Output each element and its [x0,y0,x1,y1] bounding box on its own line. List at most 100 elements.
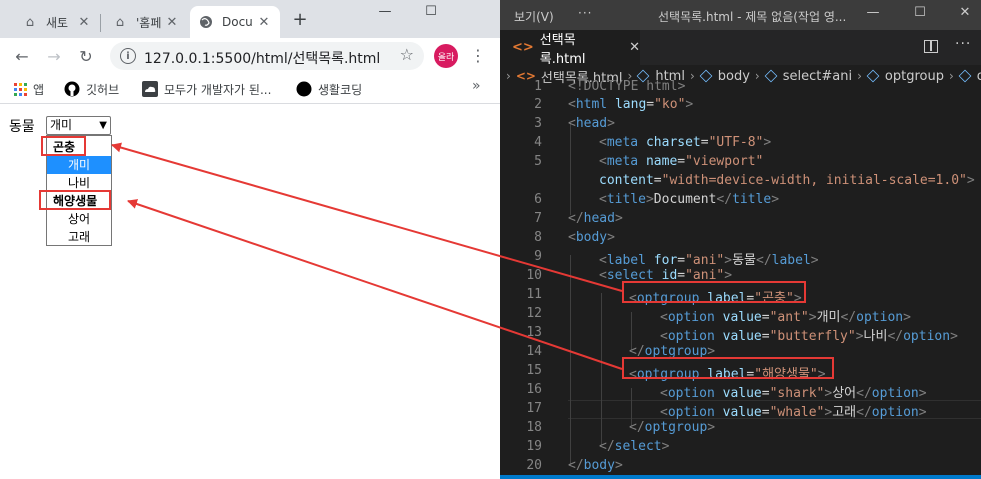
code-editor[interactable]: 1 2 3 4 5 6 7 8 9 10 11 12 13 14 15 16 1… [500,79,981,475]
code-line-16: <option value="shark">상어</option> [660,386,927,401]
code-line-9: <label for="ani">동물</label> [599,253,819,268]
bookmark-label: 앱 [33,82,45,97]
close-icon[interactable]: ✕ [256,14,272,30]
bookmark-label: 생활코딩 [318,82,363,97]
apps-icon [14,82,27,96]
line-number: 8 [534,230,542,245]
info-icon[interactable]: i [120,48,136,64]
star-icon[interactable]: ☆ [400,45,414,64]
reload-button[interactable]: ↻ [74,44,98,68]
breadcrumb-option[interactable]: o [958,68,981,84]
code-line-5: <meta name="viewport" [599,154,764,169]
line-number: 7 [534,211,542,226]
line-number: 4 [534,135,542,150]
page-viewport: 동물 개미 ▼ 곤충 개미 나비 해양생물 상어 고래 [0,105,500,479]
breadcrumb-body[interactable]: body [699,68,750,84]
bookmark-life-coding[interactable]: 생활코딩 [296,80,362,98]
annotation-box-marine [39,190,111,210]
code-line-3: <head> [568,116,615,131]
line-number: 17 [526,401,542,416]
tab-title: 새토 [46,15,69,30]
back-button[interactable]: ← [10,44,34,68]
line-number: 18 [526,420,542,435]
arrow-left-icon: ← [15,46,29,66]
chevron-right-icon: › [689,69,695,83]
line-number: 10 [526,268,542,283]
menu-more[interactable]: ··· [578,6,592,20]
tab-separator [100,14,101,32]
line-number: 2 [534,97,542,112]
breadcrumb-label: o [976,68,981,84]
new-tab-button[interactable]: + [290,9,310,30]
browser-tab-1[interactable]: ⌂ 새토 ✕ [14,6,100,38]
maximize-icon: ☐ [425,3,437,19]
tab-title: '홈페 [136,15,162,30]
close-icon: ✕ [959,5,971,20]
breadcrumb-label: optgroup [884,68,944,84]
line-number: 13 [526,325,542,340]
chevron-right-icon: › [857,69,862,83]
line-number: 5 [534,154,542,169]
option-whale[interactable]: 고래 [47,228,111,246]
code-line-7: </head> [568,211,623,226]
close-icon[interactable]: ✕ [164,14,180,30]
line-number: 6 [534,192,542,207]
cloud-icon [142,81,158,97]
browser-tab-2[interactable]: ⌂ '홈페 ✕ [104,6,188,38]
browser-tab-3[interactable]: Docu ✕ [190,6,280,38]
html-file-icon: <> [512,40,534,55]
breadcrumb-select[interactable]: select#ani [764,69,852,84]
github-icon [64,81,80,97]
minimize-button[interactable]: — [858,5,888,20]
line-number: 15 [526,363,542,378]
option-ant[interactable]: 개미 [47,156,111,174]
home-icon: ⌂ [115,14,125,30]
line-number: 14 [526,344,542,359]
editor-tab-active[interactable]: <> 선택목록.html ✕ [500,30,640,67]
element-icon [699,69,713,83]
window-title: 선택목록.html - 제목 없음(작업 영... [658,10,847,24]
home-icon: ⌂ [25,14,35,30]
option-shark[interactable]: 상어 [47,210,111,228]
address-bar[interactable]: i 127.0.0.1:5500/html/선택목록.html ☆ [110,42,424,70]
breadcrumb-label: body [717,68,750,84]
bookmarks-overflow-button[interactable]: » [472,78,481,94]
code-line-4: <meta charset="UTF-8"> [599,135,772,150]
code-line-5-wrap: content="width=device-width, initial-sca… [599,173,975,188]
split-editor-icon[interactable] [924,40,938,53]
vscode-titlebar: 보기(V) ··· 선택목록.html - 제목 없음(작업 영... — ☐ … [500,0,981,30]
editor-tab-bar: <> 선택목록.html ✕ [500,30,981,67]
breadcrumb-optgroup[interactable]: optgroup [866,68,944,84]
maximize-button[interactable]: ☐ [905,5,935,20]
minimize-button[interactable]: — [362,0,408,22]
editor-tab-title: 선택목록.html [539,32,586,67]
vscode-window: 보기(V) ··· 선택목록.html - 제목 없음(작업 영... — ☐ … [500,0,981,479]
minimize-icon: — [866,5,880,20]
chevron-right-icon: › [948,69,954,83]
tab-strip: ⌂ 새토 ✕ ⌂ '홈페 ✕ Docu ✕ + — ☐ [0,0,500,38]
more-actions-icon[interactable]: ··· [955,36,971,52]
bookmark-everyone-dev[interactable]: 모두가 개발자가 된... [142,80,271,98]
reload-icon: ↻ [79,46,93,66]
animal-select[interactable]: 개미 ▼ [46,116,111,135]
menu-view[interactable]: 보기(V) [514,8,554,25]
browser-menu-button[interactable]: ⋮ [468,42,488,68]
code-line-8: <body> [568,230,615,245]
element-icon [958,69,972,83]
close-icon[interactable]: ✕ [629,40,640,55]
select-value: 개미 [50,118,73,132]
close-button[interactable]: ✕ [950,5,980,20]
maximize-icon: ☐ [914,5,926,20]
bookmark-apps[interactable]: 앱 [14,80,44,98]
profile-avatar[interactable]: 올라 [434,44,458,68]
forward-button[interactable]: → [42,44,66,68]
minimize-icon: — [378,3,392,19]
code-line-18: </optgroup> [629,420,716,435]
bookmark-github[interactable]: 깃허브 [64,80,119,98]
maximize-button[interactable]: ☐ [408,0,454,22]
indent-guide [570,123,571,215]
line-number: 9 [534,249,542,264]
close-icon[interactable]: ✕ [76,14,92,30]
annotation-box-insects [41,136,86,156]
circle-icon [296,81,312,97]
